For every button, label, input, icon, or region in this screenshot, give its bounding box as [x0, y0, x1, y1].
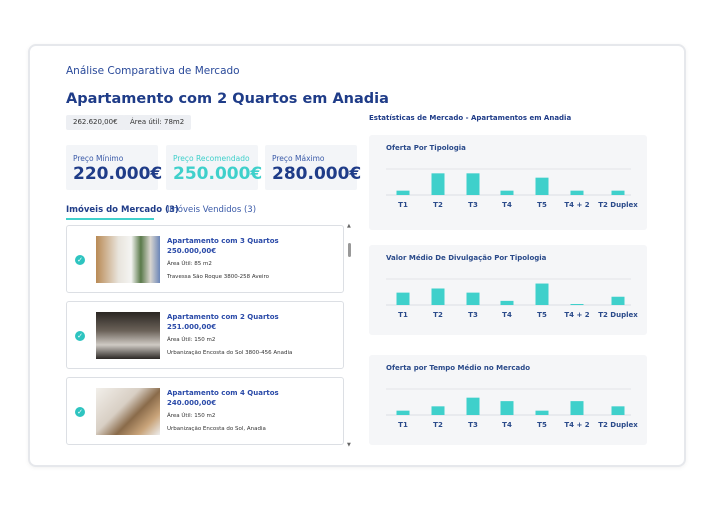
property-photo [96, 236, 160, 283]
tick-label: T1 [398, 421, 408, 429]
bar-t2-duplex [611, 296, 625, 305]
tick-label: T2 Duplex [598, 311, 638, 319]
bar-t4-2 [570, 190, 584, 195]
recommended-price-value: 250.000€ [173, 164, 263, 184]
min-price-label: Preço Mínimo [73, 154, 124, 163]
tick-label: T5 [537, 201, 547, 209]
recommended-price-label: Preço Recomendado [173, 154, 250, 163]
max-price-card: Preço Máximo 280.000€ [265, 145, 362, 190]
bar-t5 [535, 177, 549, 195]
bar-t4 [500, 401, 514, 415]
bar-t4-2 [570, 401, 584, 415]
listing-title: Apartamento com 4 Quartos [167, 389, 279, 397]
listing-item[interactable]: ✓ Apartamento com 4 Quartos 240.000,00€ … [66, 377, 344, 445]
tick-label: T4 [502, 311, 512, 319]
bar-t3 [466, 292, 480, 305]
page-title: Apartamento com 2 Quartos em Anadia [66, 91, 389, 107]
tick-label: T4 [502, 201, 512, 209]
scroll-up-arrow-icon[interactable]: ▲ [347, 223, 351, 229]
tick-label: T4 + 2 [564, 201, 589, 209]
listing-title: Apartamento com 2 Quartos [167, 313, 279, 321]
max-price-label: Preço Máximo [272, 154, 325, 163]
active-tab-indicator [66, 218, 154, 220]
bar-t2 [431, 406, 445, 415]
listing-address: Urbanização Encosta do Sol 3800-456 Anad… [167, 350, 293, 356]
bar-t2 [431, 288, 445, 305]
bar-t5 [535, 283, 549, 305]
listing-item[interactable]: ✓ Apartamento com 2 Quartos 251.000,00€ … [66, 301, 344, 369]
avg-value-by-type-chart: T1 T2 T3 T4 T5 T4 + 2 T2 Duplex [386, 278, 638, 319]
listing-address: Urbanização Encosta do Sol, Anadia [167, 426, 266, 432]
listing-address: Travessa São Roque 3800-258 Aveiro [167, 274, 270, 280]
tick-label: T4 + 2 [564, 421, 589, 429]
tick-label: T3 [468, 201, 478, 209]
tick-label: T2 Duplex [598, 201, 638, 209]
page-subtitle: Análise Comparativa de Mercado [66, 65, 240, 77]
listing-area: Área Útil: 85 m2 [167, 261, 212, 267]
check-icon[interactable]: ✓ [75, 255, 85, 265]
recommended-price-card: Preço Recomendado 250.000€ [166, 145, 263, 190]
tick-label: T3 [468, 311, 478, 319]
bar-t1 [396, 190, 410, 195]
tick-label: T2 [433, 311, 443, 319]
offer-by-type-chart: T1 T2 T3 T4 T5 T4 + 2 T2 Duplex [386, 168, 638, 209]
listing-price: 250.000,00€ [167, 247, 217, 255]
bar-t1 [396, 292, 410, 305]
tick-label: T5 [537, 421, 547, 429]
chart-card-avg-value-by-type: Valor Médio De Divulgação Por Tipologia T… [369, 245, 647, 335]
tick-label: T1 [398, 201, 408, 209]
bar-t4 [500, 300, 514, 305]
check-icon[interactable]: ✓ [75, 407, 85, 417]
tick-label: T4 [502, 421, 512, 429]
bar-t2-duplex [611, 190, 625, 195]
tab-market-properties[interactable]: Imóveis do Mercado (3) [66, 205, 179, 215]
listing-price: 251.000,00€ [167, 323, 217, 331]
property-photo [96, 312, 160, 359]
listing-area: Área Útil: 150 m2 [167, 337, 216, 343]
area-tag: Área útil: 78m2 [123, 115, 192, 130]
bar-t2 [431, 173, 445, 195]
tab-sold-properties[interactable]: Imóveis Vendidos (3) [167, 205, 256, 215]
property-photo [96, 388, 160, 435]
min-price-card: Preço Mínimo 220.000€ [66, 145, 163, 190]
listing-area: Área Útil: 150 m2 [167, 413, 216, 419]
tick-label: T2 Duplex [598, 421, 638, 429]
chart-card-offer-by-type: Oferta Por Tipologia T1 T2 T3 T4 T5 T4 + 2 T2 D… [369, 135, 647, 230]
tick-label: T4 + 2 [564, 311, 589, 319]
chart-card-offer-by-time: Oferta por Tempo Médio no Mercado T1 T2 T3 T… [369, 355, 647, 445]
listing-title: Apartamento com 3 Quartos [167, 237, 279, 245]
tick-label: T2 [433, 421, 443, 429]
listing-price: 240.000,00€ [167, 399, 217, 407]
scroll-down-arrow-icon[interactable]: ▼ [347, 442, 351, 448]
min-price-value: 220.000€ [73, 164, 163, 184]
market-stats-title: Estatísticas de Mercado - Apartamentos e… [369, 114, 572, 122]
tick-label: T2 [433, 201, 443, 209]
bar-t1 [396, 410, 410, 415]
tick-label: T1 [398, 311, 408, 319]
max-price-value: 280.000€ [272, 164, 362, 184]
price-tag: 262.620,00€ [66, 115, 125, 130]
bar-t2-duplex [611, 406, 625, 415]
bar-t4-2 [570, 304, 584, 305]
scrollbar-thumb[interactable] [348, 243, 351, 257]
check-icon[interactable]: ✓ [75, 331, 85, 341]
bar-t3 [466, 397, 480, 415]
bar-t3 [466, 173, 480, 195]
bar-t4 [500, 190, 514, 195]
offer-by-time-chart: T1 T2 T3 T4 T5 T4 + 2 T2 Duplex [386, 388, 638, 429]
tick-label: T3 [468, 421, 478, 429]
tick-label: T5 [537, 311, 547, 319]
bar-t5 [535, 410, 549, 415]
listing-item[interactable]: ✓ Apartamento com 3 Quartos 250.000,00€ … [66, 225, 344, 293]
